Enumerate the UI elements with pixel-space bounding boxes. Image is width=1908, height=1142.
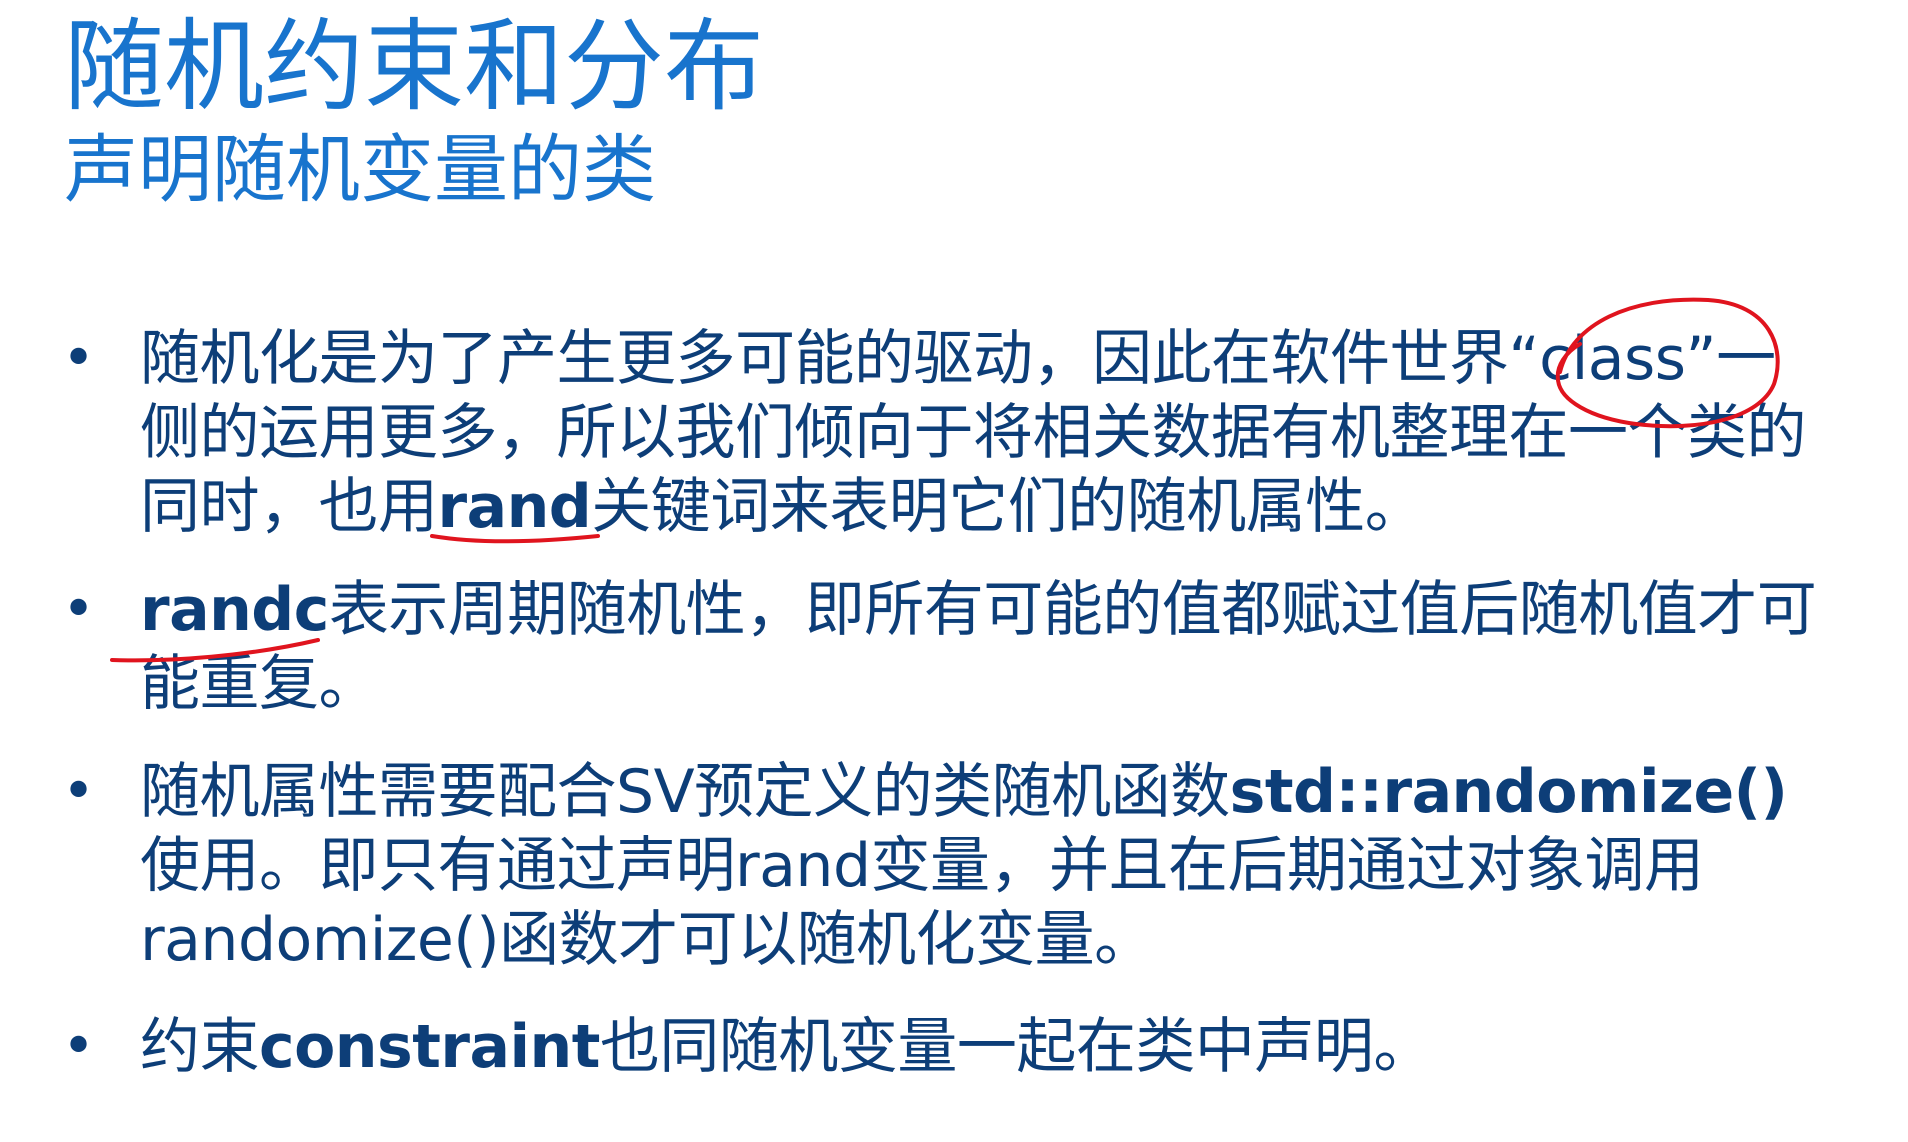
text-run: 随机属性需要配合SV预定义的类随机函数	[140, 757, 1230, 827]
text-run: 关键词来表明它们的随机属性。	[591, 472, 1425, 542]
bullet-text: 随机属性需要配合SV预定义的类随机函数std::randomize() 使用。即…	[140, 755, 1880, 977]
slide-subtitle: 声明随机变量的类	[64, 127, 656, 213]
bullet-line: randomize()函数才可以随机化变量。	[140, 905, 1154, 975]
bullet-line: 约束constraint也同随机变量一起在类中声明。	[140, 1010, 1880, 1084]
text-run: 约束	[140, 1012, 260, 1082]
bullet-line: 随机化是为了产生更多可能的驱动，因此在软件世界“class”一	[140, 324, 1776, 394]
bullet-line: 随机属性需要配合SV预定义的类随机函数std::randomize()	[140, 755, 1880, 829]
text-run: 表示周期随机性，即所有可能的值都赋过值后随机值才可	[328, 575, 1817, 645]
bullet-line: 侧的运用更多，所以我们倾向于将相关数据有机整理在一个类的	[140, 398, 1807, 468]
bullet-line: 使用。即只有通过声明rand变量，并且在后期通过对象调用	[140, 831, 1704, 901]
slide: 随机约束和分布 声明随机变量的类 • 随机化是为了产生更多可能的驱动，因此在软件…	[0, 0, 1908, 1142]
bullet-text: 随机化是为了产生更多可能的驱动，因此在软件世界“class”一 侧的运用更多，所…	[140, 322, 1880, 544]
bullet-marker: •	[62, 326, 96, 391]
keyword-constraint: constraint	[259, 1012, 600, 1082]
bullet-text: randc表示周期随机性，即所有可能的值都赋过值后随机值才可 能重复。	[140, 573, 1880, 721]
bullet-line: randc表示周期随机性，即所有可能的值都赋过值后随机值才可	[140, 573, 1880, 647]
text-run: 同时，也用	[140, 472, 438, 542]
bullet-marker: •	[62, 577, 96, 642]
keyword-std-randomize: std::randomize()	[1229, 757, 1788, 827]
bullet-text: 约束constraint也同随机变量一起在类中声明。	[140, 1010, 1880, 1084]
bullet-line: 能重复。	[140, 649, 379, 719]
bullet-marker: •	[62, 1014, 96, 1079]
keyword-randc: randc	[140, 575, 329, 645]
text-run: 也同随机变量一起在类中声明。	[599, 1012, 1434, 1082]
bullet-line: 同时，也用rand关键词来表明它们的随机属性。	[140, 470, 1880, 544]
bullet-marker: •	[62, 759, 96, 824]
slide-title: 随机约束和分布	[64, 8, 764, 125]
keyword-rand: rand	[437, 472, 592, 542]
